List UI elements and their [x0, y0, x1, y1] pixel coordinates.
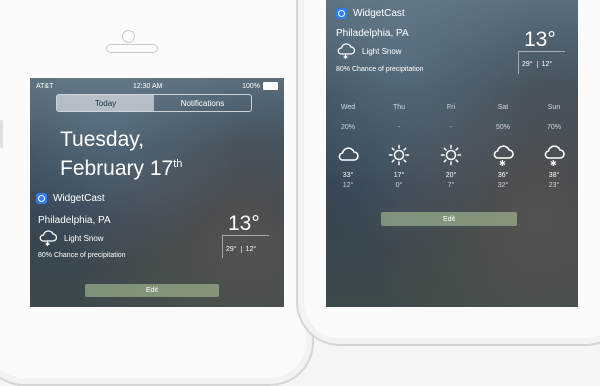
svg-text:✱: ✱: [343, 54, 348, 59]
cloud-icon: [338, 147, 359, 161]
forecast-low: 7°: [447, 182, 455, 189]
forecast-low: 12°: [342, 182, 354, 189]
condition-label-expanded: Light Snow: [362, 46, 402, 56]
snow-cloud-icon: ✱: [39, 230, 58, 246]
low-temp-expanded: 12°: [541, 61, 553, 68]
volume-button: [0, 120, 3, 148]
forecast-high: 38°: [548, 172, 560, 179]
snow-cloud-icon: ✱: [544, 145, 565, 166]
widgetcast-app-icon: [36, 193, 47, 204]
precipitation-chance: 80% Chance of precipitation: [38, 252, 126, 259]
date-month-day-text: February 17: [60, 157, 174, 180]
date-suffix: th: [173, 158, 183, 170]
forecast-day: Thu - 17° 0°: [377, 104, 421, 189]
widget-header[interactable]: WidgetCast: [36, 193, 105, 204]
widget-expanded-view: WidgetCast Philadelphia, PA ✱ Light Snow…: [326, 0, 578, 307]
snow-cloud-icon: ✱: [493, 145, 514, 166]
edit-button[interactable]: Edit: [85, 284, 219, 297]
battery-indicator: 100%: [242, 82, 278, 90]
front-camera: [122, 30, 135, 43]
forecast-chance: -: [397, 124, 401, 131]
earpiece-speaker: [106, 44, 158, 53]
snow-cloud-icon: ✱: [337, 43, 356, 59]
widget-city: Philadelphia, PA: [38, 215, 111, 226]
forecast-day-name: Wed: [340, 104, 356, 111]
forecast-day: Sat 50% ✱ 36° 32°: [481, 104, 525, 189]
high-low-expanded: 29° 12°: [518, 61, 556, 68]
widget-title-expanded: WidgetCast: [353, 8, 405, 19]
widget-header-expanded[interactable]: WidgetCast: [336, 8, 405, 19]
sun-icon: [440, 144, 462, 166]
forecast-chance: -: [449, 124, 453, 131]
forecast-day-name: Thu: [392, 104, 406, 111]
high-temp: 29°: [226, 246, 237, 253]
edit-button-expanded[interactable]: Edit: [381, 212, 517, 226]
widget-condition: ✱ Light Snow: [38, 230, 104, 246]
tab-notifications[interactable]: Notifications: [154, 95, 251, 111]
date-month-day: February 17th: [60, 152, 182, 181]
forecast-day: Wed 20% 33° 12°: [326, 104, 370, 189]
forecast-day: Fri - 20° 7°: [429, 104, 473, 189]
battery-percent: 100%: [242, 82, 260, 90]
forecast-high: 20°: [445, 172, 457, 179]
high-low: 29° 12°: [222, 246, 260, 253]
forecast-low: 0°: [395, 182, 403, 189]
high-temp-expanded: 29°: [522, 61, 533, 68]
forecast-day-name: Fri: [446, 104, 456, 111]
forecast-day: Sun 70% ✱ 38° 23°: [532, 104, 576, 189]
current-temperature: 13°: [228, 212, 260, 235]
forecast-day-name: Sat: [497, 104, 509, 111]
widget-title: WidgetCast: [53, 193, 105, 204]
condition-label: Light Snow: [64, 233, 104, 243]
forecast-chance: 20%: [340, 124, 355, 131]
widgetcast-app-icon: [336, 8, 347, 19]
forecast-chance: 70%: [546, 124, 561, 131]
clock: 12:30 AM: [132, 82, 163, 90]
low-temp: 12°: [245, 246, 257, 253]
status-bar: AT&T 12:30 AM 100%: [30, 80, 284, 92]
forecast-high: 33°: [342, 172, 354, 179]
svg-text:✱: ✱: [550, 159, 557, 166]
forecast-low: 32°: [497, 182, 509, 189]
tab-switcher: Today Notifications: [56, 94, 252, 112]
precipitation-chance-expanded: 80% Chance of precipitation: [336, 66, 424, 73]
forecast-low: 23°: [548, 182, 560, 189]
svg-text:✱: ✱: [45, 241, 50, 246]
sun-icon: [388, 144, 410, 166]
forecast-high: 17°: [393, 172, 405, 179]
carrier-label: AT&T: [36, 82, 54, 90]
forecast-day-name: Sun: [547, 104, 561, 111]
today-date: Tuesday, February 17th: [60, 128, 182, 181]
widget-condition-expanded: ✱ Light Snow: [336, 43, 402, 59]
notification-center-left: AT&T 12:30 AM 100% Today Notifications T…: [30, 78, 284, 307]
current-temperature-expanded: 13°: [524, 28, 556, 51]
tab-today[interactable]: Today: [57, 95, 154, 111]
widget-city-expanded: Philadelphia, PA: [336, 28, 409, 39]
forecast-chance: 50%: [495, 124, 510, 131]
battery-icon: [262, 82, 278, 90]
date-weekday: Tuesday,: [60, 128, 145, 151]
svg-text:✱: ✱: [499, 159, 506, 166]
forecast-high: 36°: [497, 172, 509, 179]
